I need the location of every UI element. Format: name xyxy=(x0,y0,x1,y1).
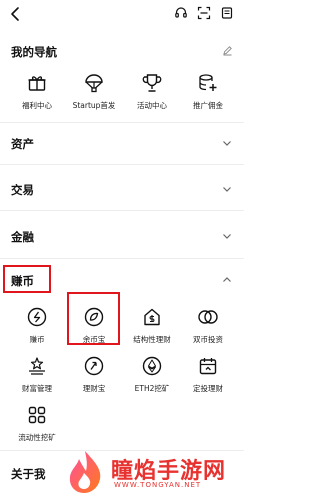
top-bar xyxy=(0,0,244,30)
eth-icon xyxy=(142,356,162,376)
section-title-finance[interactable]: 金融 xyxy=(11,229,34,245)
watermark: 瞳焰手游网 WWW.TONGYAN.NET xyxy=(64,447,234,497)
section-title-earn[interactable]: 赚币 xyxy=(11,273,34,289)
liquidity-icon xyxy=(28,406,46,424)
dual-currency-icon xyxy=(198,310,218,324)
section-title-trade[interactable]: 交易 xyxy=(11,182,34,198)
earn-item-dca[interactable]: 定投理财 xyxy=(178,355,238,394)
back-arrow-icon[interactable] xyxy=(8,6,24,22)
gift-icon xyxy=(28,76,46,91)
section-title-my-nav: 我的导航 xyxy=(11,45,57,59)
savings-icon xyxy=(84,307,104,327)
earn-item-wallet[interactable]: 理财宝 xyxy=(64,355,124,394)
earn-item-structured[interactable]: 结构性理财 xyxy=(122,306,182,345)
trophy-icon xyxy=(142,74,162,92)
flame-logo-icon xyxy=(69,451,101,493)
watermark-url: WWW.TONGYAN.NET xyxy=(114,481,202,489)
coins-plus-icon xyxy=(199,74,217,91)
earn-item-eth2[interactable]: ETH2挖矿 xyxy=(122,355,182,394)
calendar-icon xyxy=(199,358,217,375)
nav-item-startup[interactable]: Startup首发 xyxy=(64,72,124,111)
wallet-icon xyxy=(84,356,104,376)
nav-item-activity[interactable]: 活动中心 xyxy=(122,72,182,111)
earn-item-wealth[interactable]: 财富管理 xyxy=(7,355,67,394)
divider xyxy=(0,164,244,165)
scan-icon[interactable] xyxy=(197,6,211,20)
chevron-down-icon[interactable] xyxy=(222,138,232,148)
chevron-down-icon[interactable] xyxy=(222,184,232,194)
divider xyxy=(0,210,244,211)
headset-icon[interactable] xyxy=(174,6,188,20)
divider xyxy=(0,258,244,259)
wealth-icon xyxy=(29,357,45,375)
divider xyxy=(0,122,244,123)
chevron-down-icon[interactable] xyxy=(222,231,232,241)
earn-coin-icon xyxy=(27,307,47,327)
earn-item-liquidity[interactable]: 流动性挖矿 xyxy=(7,404,67,443)
structured-product-icon xyxy=(144,308,160,326)
chevron-up-icon[interactable] xyxy=(222,275,232,285)
earn-item-earn[interactable]: 赚币 xyxy=(7,306,67,345)
parachute-icon xyxy=(85,74,103,93)
nav-item-welfare[interactable]: 福利中心 xyxy=(7,72,67,111)
edit-icon[interactable] xyxy=(222,45,233,56)
section-title-assets[interactable]: 资产 xyxy=(11,136,34,152)
section-title-about[interactable]: 关于我 xyxy=(11,466,46,482)
earn-item-savings[interactable]: 余币宝 xyxy=(64,306,124,345)
nav-item-referral[interactable]: 推广佣金 xyxy=(178,72,238,111)
settings-icon[interactable] xyxy=(220,6,234,20)
earn-item-dual[interactable]: 双币投资 xyxy=(178,306,238,345)
